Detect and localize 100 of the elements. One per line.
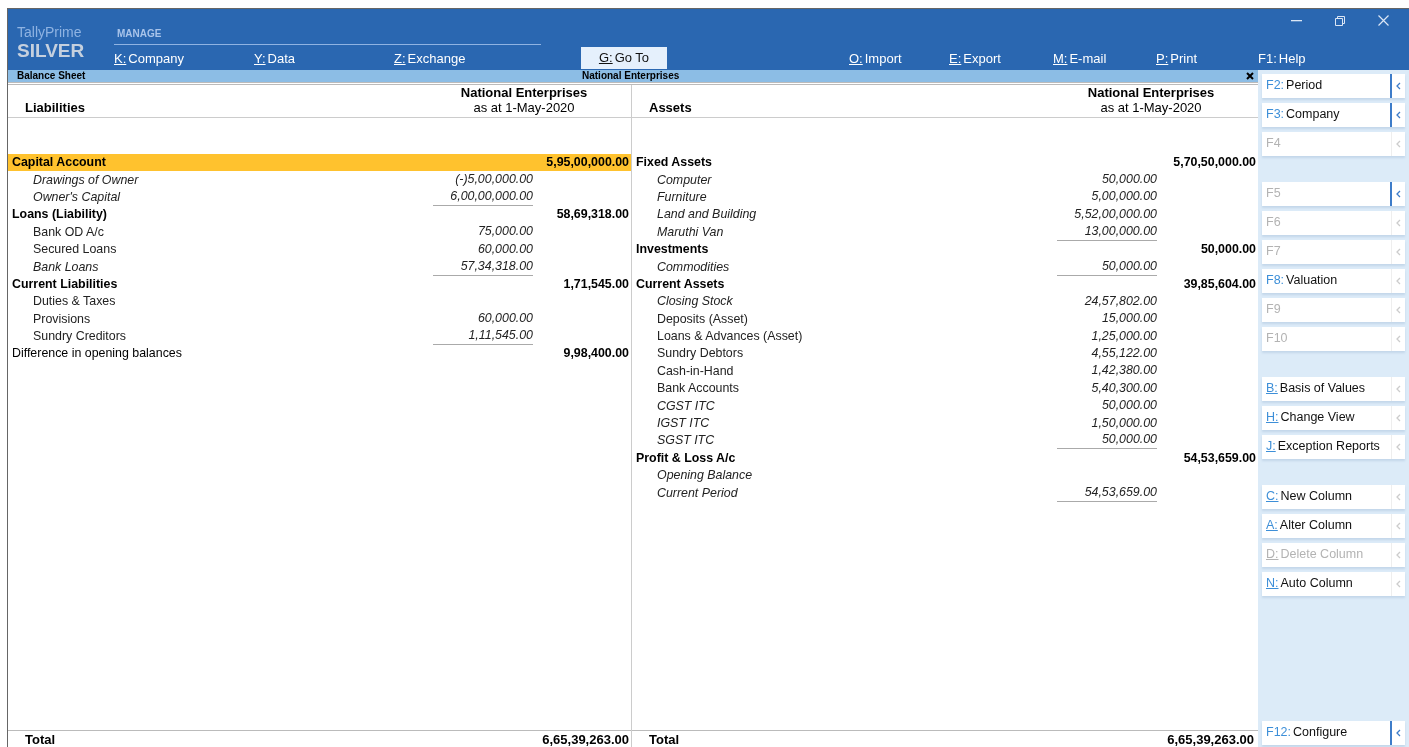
chevron-left-icon: [1396, 493, 1401, 501]
ledger-name[interactable]: Opening Balance: [657, 468, 1057, 484]
ledger-name[interactable]: Furniture: [657, 189, 1057, 205]
side-button[interactable]: F3: Company: [1262, 103, 1405, 127]
chevron-left-icon: [1396, 248, 1401, 256]
ledger-amount: 1,11,545.00: [433, 328, 533, 346]
menu-link[interactable]: F1:Help: [1258, 50, 1306, 66]
chevron-left-icon: [1396, 385, 1401, 393]
chevron-left-icon: [1396, 551, 1401, 559]
side-button[interactable]: B: Basis of Values: [1262, 377, 1405, 401]
group-amount: 39,85,604.00: [1182, 276, 1257, 292]
column-heading: Assets: [648, 100, 692, 115]
side-button[interactable]: F8: Valuation: [1262, 269, 1405, 293]
ledger-name[interactable]: Commodities: [657, 259, 1057, 275]
menu-link[interactable]: P:Print: [1156, 50, 1198, 66]
close-icon[interactable]: [1246, 72, 1254, 80]
ledger-name[interactable]: Bank OD A/c: [33, 224, 433, 240]
group-name: Capital Account: [12, 155, 107, 171]
ledger-name[interactable]: Drawings of Owner: [33, 172, 433, 188]
side-button[interactable]: F12: Configure: [1262, 721, 1405, 745]
chevron-left-icon: [1396, 729, 1401, 737]
group-name: Fixed Assets: [636, 155, 713, 171]
ledger-name[interactable]: Bank Loans: [33, 259, 433, 275]
ledger-name[interactable]: Loans & Advances (Asset): [657, 329, 1057, 345]
side-button[interactable]: C: New Column: [1262, 485, 1405, 509]
ledger-amount: 57,34,318.00: [433, 258, 533, 276]
menu-link[interactable]: Y:Data: [254, 50, 296, 66]
group-row[interactable]: Investments 50,000.00: [632, 240, 1258, 259]
ledger-name[interactable]: Sundry Debtors: [657, 346, 1057, 362]
group-row[interactable]: Current Assets 39,85,604.00: [632, 275, 1258, 294]
ledger-name[interactable]: Bank Accounts: [657, 381, 1057, 397]
ledger-amount: 50,000.00: [1057, 432, 1157, 450]
ledger-name[interactable]: Deposits (Asset): [657, 311, 1057, 327]
minimize-icon[interactable]: [1291, 19, 1302, 22]
ledger-name[interactable]: Computer: [657, 172, 1057, 188]
menu-heading: MANAGE: [117, 28, 162, 39]
menu-link[interactable]: K:Company: [114, 50, 184, 66]
ledger-amount: 4,55,122.00: [1090, 346, 1157, 362]
group-row[interactable]: Capital Account 5,95,00,000.00: [8, 154, 631, 172]
group-name: Difference in opening balances: [12, 346, 183, 362]
ledger-name[interactable]: Current Period: [657, 485, 1057, 501]
ledger-name[interactable]: CGST ITC: [657, 398, 1057, 414]
chevron-left-icon: [1396, 111, 1401, 119]
ledger-name[interactable]: Provisions: [33, 311, 433, 327]
menu-button[interactable]: G:Go To: [581, 46, 667, 69]
group-row[interactable]: Difference in opening balances 9,98,400.00: [8, 345, 631, 363]
ledger-name[interactable]: Closing Stock: [657, 294, 1057, 310]
group-row[interactable]: Loans (Liability) 58,69,318.00: [8, 206, 631, 224]
chevron-left-icon: [1396, 306, 1401, 314]
group-amount: 9,98,400.00: [562, 346, 630, 362]
ledger-amount: 5,40,300.00: [1090, 380, 1157, 397]
ledger-name[interactable]: Land and Building: [657, 207, 1057, 223]
chevron-left-icon: [1396, 414, 1401, 422]
group-name: Loans (Liability): [12, 207, 108, 223]
column-heading: Liabilities: [24, 100, 85, 115]
company-name: National Enterprises: [1087, 85, 1215, 100]
chevron-left-icon: [1396, 219, 1401, 227]
group-name: Current Liabilities: [12, 276, 119, 292]
side-button[interactable]: N: Auto Column: [1262, 572, 1405, 596]
group-row[interactable]: Profit & Loss A/c 54,53,659.00: [632, 449, 1258, 468]
total-label: Total: [648, 732, 681, 747]
ledger-amount: 60,000.00: [476, 311, 533, 328]
ledger-amount: 1,25,000.00: [1090, 328, 1157, 345]
menu-link[interactable]: O:Import: [849, 50, 902, 66]
group-row[interactable]: Current Liabilities 1,71,545.00: [8, 275, 631, 294]
ledger-name[interactable]: Cash-in-Hand: [657, 363, 1057, 379]
group-row[interactable]: Fixed Assets 5,70,50,000.00: [632, 154, 1258, 172]
ledger-name[interactable]: Maruthi Van: [657, 224, 1057, 240]
ledger-amount: 50,000.00: [1057, 258, 1157, 276]
group-name: Investments: [636, 242, 710, 258]
menu-link[interactable]: M:E-mail: [1053, 50, 1107, 66]
report-title: Balance Sheet: [17, 70, 86, 82]
group-name: Current Assets: [636, 276, 726, 292]
ledger-amount: 60,000.00: [476, 241, 533, 258]
side-button[interactable]: J: Exception Reports: [1262, 435, 1405, 459]
menu-link[interactable]: E:Export: [949, 50, 1001, 66]
group-amount: 50,000.00: [1199, 242, 1257, 258]
side-button[interactable]: H: Change View: [1262, 406, 1405, 430]
menu-link[interactable]: Z:Exchange: [394, 50, 466, 66]
side-button[interactable]: A: Alter Column: [1262, 514, 1405, 538]
total-amount: 6,65,39,263.00: [542, 732, 630, 747]
ledger-amount: 54,53,659.00: [1057, 484, 1157, 502]
chevron-left-icon: [1396, 443, 1401, 451]
ledger-amount: 1,42,380.00: [1090, 363, 1157, 380]
ledger-amount: 5,00,000.00: [1090, 189, 1157, 206]
ledger-name[interactable]: Sundry Creditors: [33, 329, 433, 345]
side-button[interactable]: F2: Period: [1262, 74, 1405, 98]
ledger-amount: 5,52,00,000.00: [1073, 206, 1157, 223]
group-amount: 1,71,545.00: [562, 276, 630, 292]
ledger-name[interactable]: Owner's Capital: [33, 189, 433, 205]
ledger-name[interactable]: Duties & Taxes: [33, 294, 433, 310]
ledger-name[interactable]: Secured Loans: [33, 242, 433, 258]
chevron-left-icon: [1396, 522, 1401, 530]
report-date: as at 1-May-2020: [473, 100, 575, 115]
total-label: Total: [24, 732, 57, 747]
ledger-name[interactable]: IGST ITC: [657, 416, 1057, 432]
ledger-name[interactable]: SGST ITC: [657, 433, 1057, 449]
chevron-left-icon: [1396, 140, 1401, 148]
restore-icon[interactable]: [1335, 15, 1345, 26]
ledger-amount: 50,000.00: [1100, 172, 1157, 189]
